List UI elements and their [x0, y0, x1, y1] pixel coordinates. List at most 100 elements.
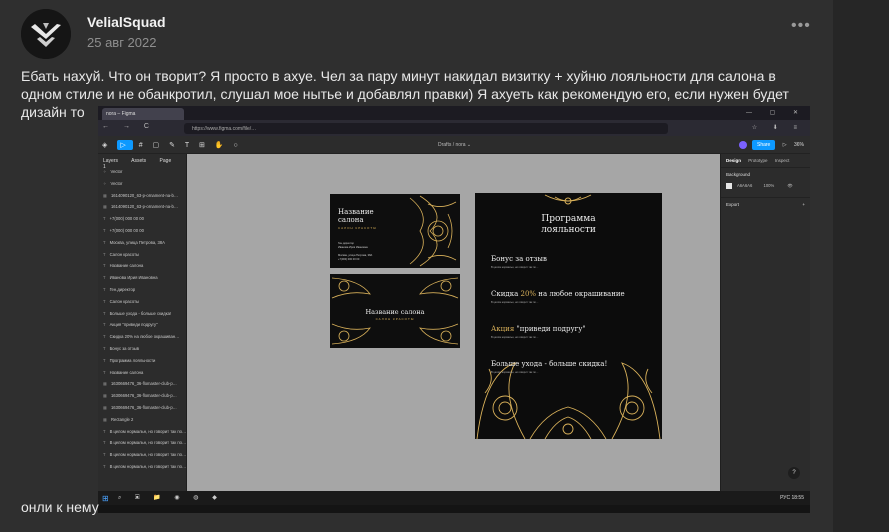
background-swatch-icon[interactable] [726, 183, 732, 189]
layer-item[interactable]: ✧ Vector [98, 178, 186, 190]
layer-item[interactable]: T Программа лояльности [98, 355, 186, 367]
help-button[interactable]: ? [788, 467, 800, 479]
text-layer-icon: T [103, 310, 106, 316]
layer-label: Салон красоты [109, 251, 140, 257]
layer-item[interactable]: T Скидка 20% на любое окрашиван… [98, 331, 186, 343]
text-layer-icon: T [103, 452, 106, 458]
layer-item[interactable]: TВ целом нормальн, но говорит так по… [98, 437, 186, 449]
window-controls[interactable]: — ▢ ✕ [746, 109, 806, 116]
layer-item[interactable]: ▦ 1614090120_63-p-ornament-na-b… [98, 201, 186, 213]
post-date: 25 авг 2022 [87, 35, 157, 50]
layer-label: Vector [110, 169, 123, 174]
tab-inspect[interactable]: Inspect [775, 158, 790, 163]
text-layer-icon: T [103, 357, 106, 363]
move-tool-icon[interactable]: ▷ [117, 140, 133, 150]
background-hex[interactable]: A6A6A6 [737, 183, 752, 188]
layer-item[interactable]: T +7(000) 000 00 00 [98, 213, 186, 225]
layer-item[interactable]: T Название салона [98, 260, 186, 272]
business-card-back[interactable]: Название салона САЛОН КРАСОТЫ [330, 274, 460, 348]
card-salon-name: Название салона [338, 208, 374, 224]
shape-tool-icon[interactable]: ▢ [153, 142, 164, 149]
layer-label: Rectangle 2 [110, 416, 134, 422]
frame-tool-icon[interactable]: # [139, 142, 147, 149]
poster-heading-promo: Акция "приведи подругу" [491, 325, 586, 333]
layer-item[interactable]: ✧ Vector [98, 166, 186, 178]
file-title[interactable]: Drafts / nora ⌄ [438, 142, 471, 148]
poster-title: Программа лояльности [541, 214, 596, 235]
nav-buttons[interactable]: ← → C [102, 123, 155, 130]
layer-item[interactable]: T Салон красоты [98, 249, 186, 261]
author-name[interactable]: VelialSquad [87, 14, 166, 30]
layer-item[interactable]: T Салон красоты [98, 296, 186, 308]
system-tray[interactable]: РУС 18:55 [780, 495, 804, 501]
tab-assets[interactable]: Assets [131, 158, 146, 164]
browser-tab[interactable]: nora – Figma [102, 108, 184, 120]
comment-tool-icon[interactable]: ○ [233, 142, 241, 149]
browser-toolbar-icons[interactable]: ☆ ⬇ ≡ [752, 124, 804, 131]
hand-tool-icon[interactable]: ✋ [215, 142, 228, 149]
text-layer-icon: T [103, 440, 106, 446]
layer-item[interactable]: T Бонус за отзыв [98, 343, 186, 355]
layer-item[interactable]: T +7(000) 000 00 00 [98, 225, 186, 237]
background-opacity[interactable]: 100% [763, 183, 774, 188]
post-card: VelialSquad 25 авг 2022 ••• Ебать нахуй.… [0, 0, 833, 532]
background-fill-row[interactable]: A6A6A6 100% 👁 [721, 181, 810, 191]
layer-item[interactable]: T Больше ухода - больше скидка! [98, 308, 186, 320]
figma-right-controls: Share ▷ 36% [738, 140, 804, 150]
present-icon[interactable]: ▷ [783, 142, 787, 148]
layer-label: Название салона [109, 263, 144, 269]
url-field[interactable]: https://www.figma.com/file/… [184, 123, 668, 134]
author-avatar[interactable] [21, 9, 71, 59]
text-layer-icon: T [103, 369, 106, 375]
add-export-button[interactable]: + [802, 202, 805, 207]
layer-item[interactable]: T Акция "приведи подругу" [98, 319, 186, 331]
taskbar-apps[interactable]: ⌕ ▣ 📁 ◉ ◍ ◆ [118, 494, 223, 502]
visibility-eye-icon[interactable]: 👁 [787, 183, 792, 188]
figma-canvas[interactable]: Название салона САЛОН КРАСОТЫ Ген.директ… [187, 154, 720, 491]
layer-label: Скидка 20% на любое окрашиван… [109, 334, 180, 340]
layer-label: Ген.директор [109, 286, 136, 292]
layer-item[interactable]: TВ целом нормальн, но говорит так по… [98, 449, 186, 461]
layer-item[interactable]: ▦ 1630669476_36-flomaster-club-p… [98, 378, 186, 390]
discount-value: 20% [520, 290, 537, 298]
screenshot-attachment[interactable]: nora – Figma — ▢ ✕ ← → C https://www.fig… [98, 106, 810, 513]
pen-tool-icon[interactable]: ✎ [169, 142, 179, 149]
layer-item[interactable]: ▦ 1630669476_36-flomaster-club-p… [98, 390, 186, 402]
text-layer-icon: T [103, 428, 106, 434]
card-contact-info: Ген.директор Иванова Ирия Ивановна Москв… [338, 242, 373, 261]
zoom-level[interactable]: 36% [794, 142, 804, 148]
layer-item[interactable]: T Москва, улица Петрова, 38А [98, 237, 186, 249]
user-avatar-icon[interactable] [738, 140, 747, 149]
layer-item[interactable]: T Ген.директор [98, 284, 186, 296]
figma-menu-icon[interactable]: ◈ [102, 142, 111, 149]
layer-item[interactable]: ▦ Rectangle 2 [98, 414, 186, 426]
loyalty-poster[interactable]: Программа лояльности Бонус за отзыв В це… [475, 193, 662, 439]
more-options-icon[interactable]: ••• [791, 17, 811, 35]
layer-label: 1614090120_63-p-ornament-na-b… [110, 192, 179, 198]
layer-label: +7(000) 000 00 00 [109, 216, 144, 222]
share-button[interactable]: Share [752, 140, 776, 150]
text-layer-icon: T [103, 263, 106, 269]
figma-tools[interactable]: ◈ ▷ # ▢ ✎ T ⊞ ✋ ○ [102, 140, 242, 150]
card-subtitle: САЛОН КРАСОТЫ [338, 226, 377, 230]
layer-label: Бонус за отзыв [109, 345, 139, 351]
tab-prototype[interactable]: Prototype [748, 158, 767, 163]
layer-item[interactable]: T Иванова Ирия Ивановна [98, 272, 186, 284]
resources-icon[interactable]: ⊞ [199, 142, 209, 149]
tab-design[interactable]: Design [726, 158, 741, 163]
layer-label: В целом нормальн, но говорит так по… [109, 428, 186, 434]
text-layer-icon: T [103, 239, 106, 245]
layer-label: Акция "приведи подругу" [109, 322, 158, 328]
windows-start-icon[interactable]: ⊞ [102, 494, 109, 503]
layer-label: Программа лояльности [109, 357, 156, 363]
layer-item[interactable]: TВ целом нормальн, но говорит так по… [98, 426, 186, 438]
layer-item[interactable]: ▦ 1614090120_63-p-ornament-na-b… [98, 190, 186, 202]
properties-tabs: Design Prototype Inspect [721, 154, 810, 167]
background-section-label: Background [721, 167, 810, 181]
layer-item[interactable]: TВ целом нормальн, но говорит так по… [98, 461, 186, 473]
layer-item[interactable]: T Название салона [98, 367, 186, 379]
text-tool-icon[interactable]: T [185, 142, 193, 149]
layer-item[interactable]: ▦ 1630669476_36-flomaster-club-p… [98, 402, 186, 414]
business-card-front[interactable]: Название салона САЛОН КРАСОТЫ Ген.директ… [330, 194, 460, 268]
layers-panel-tabs: Layers Assets Page 1 [98, 154, 186, 170]
